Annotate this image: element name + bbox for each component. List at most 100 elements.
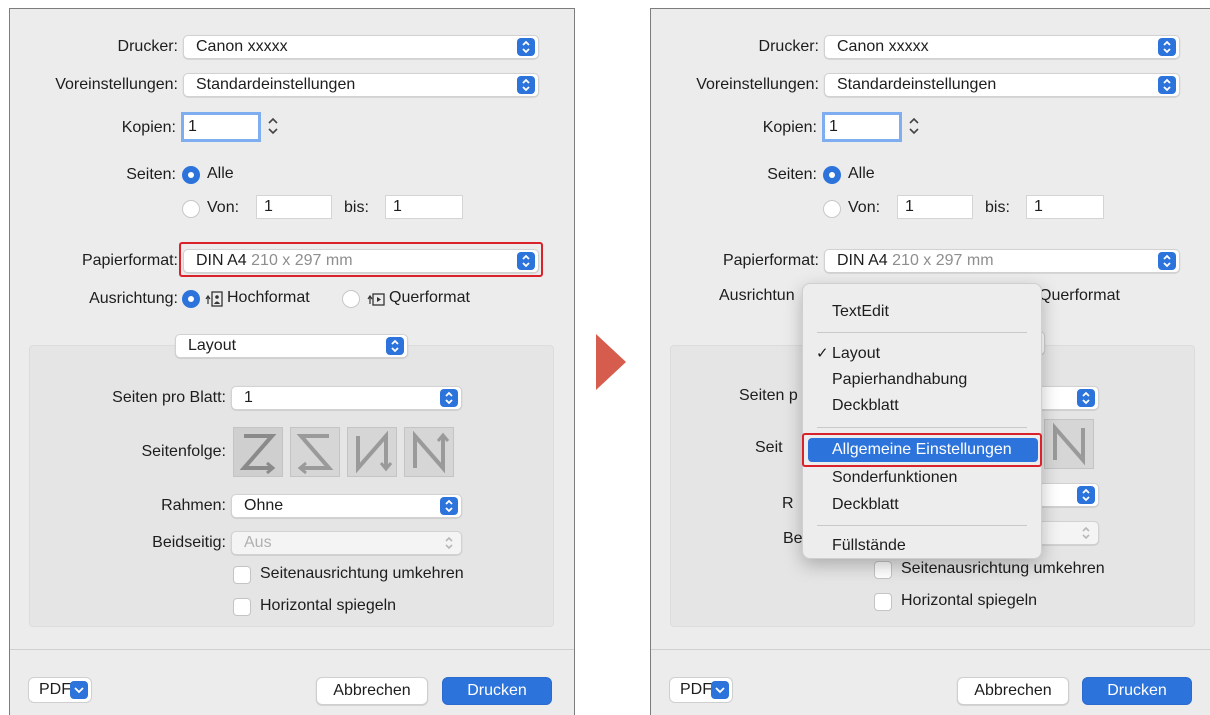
order-n-reverse-tile[interactable] bbox=[404, 427, 454, 477]
section-popup[interactable]: Layout bbox=[175, 334, 408, 358]
reverse-orientation-checkbox[interactable] bbox=[874, 561, 892, 579]
flip-horizontal-checkbox[interactable] bbox=[233, 598, 251, 616]
border-label-partial: R bbox=[782, 495, 794, 512]
twosided-popup[interactable]: Aus bbox=[231, 531, 462, 555]
menu-item-paper-handling[interactable]: Papierhandhabung bbox=[808, 368, 1038, 392]
reverse-orientation-label: Seitenausrichtung umkehren bbox=[260, 565, 464, 582]
border-popup[interactable]: Ohne bbox=[231, 494, 462, 518]
pages-from-label: Von: bbox=[848, 199, 881, 216]
menu-item-layout[interactable]: ✓ Layout bbox=[808, 342, 1038, 366]
menu-item-textedit[interactable]: TextEdit bbox=[808, 300, 1038, 324]
border-value: Ohne bbox=[244, 497, 284, 514]
printer-value: Canon xxxxx bbox=[196, 38, 288, 55]
pages-all-label: Alle bbox=[848, 165, 875, 182]
pages-label: Seiten: bbox=[126, 166, 176, 183]
pages-to-input[interactable]: 1 bbox=[1026, 195, 1104, 219]
twosided-label-partial: Be bbox=[783, 530, 803, 547]
menu-item-special-functions[interactable]: Sonderfunktionen bbox=[808, 466, 1038, 490]
pages-all-label: Alle bbox=[207, 165, 234, 182]
flip-horizontal-label: Horizontal spiegeln bbox=[901, 592, 1038, 609]
chevron-updown-icon bbox=[1158, 76, 1176, 94]
pages-per-sheet-label: Seiten pro Blatt: bbox=[112, 389, 226, 406]
pages-all-radio[interactable] bbox=[823, 166, 841, 184]
printer-label: Drucker: bbox=[117, 38, 178, 55]
pages-to-label: bis: bbox=[985, 199, 1010, 216]
menu-separator bbox=[817, 332, 1027, 333]
paper-label: Papierformat: bbox=[81, 252, 178, 269]
portrait-label: Hochformat bbox=[227, 289, 310, 306]
landscape-icon bbox=[367, 293, 385, 306]
chevron-updown-icon bbox=[1077, 524, 1095, 542]
pdf-button[interactable]: PDF bbox=[28, 677, 92, 703]
chevron-updown-icon bbox=[440, 389, 458, 407]
print-dialog-right: Drucker: Canon xxxxx Voreinstellungen: S… bbox=[650, 8, 1210, 715]
stepper-icon[interactable] bbox=[266, 115, 280, 137]
print-dialog-left: Drucker: Canon xxxxx Voreinstellungen: S… bbox=[9, 8, 575, 715]
chevron-updown-icon bbox=[1077, 389, 1095, 407]
menu-item-cover-page[interactable]: Deckblatt bbox=[808, 394, 1038, 418]
copies-label: Kopien: bbox=[762, 119, 817, 136]
presets-popup[interactable]: Standardeinstellungen bbox=[824, 73, 1180, 97]
menu-item-label: Layout bbox=[832, 345, 881, 362]
presets-label: Voreinstellungen: bbox=[55, 76, 178, 93]
order-s-tile[interactable] bbox=[290, 427, 340, 477]
cancel-button[interactable]: Abbrechen bbox=[316, 677, 428, 705]
chevron-updown-icon bbox=[386, 337, 404, 355]
chevron-updown-icon bbox=[517, 76, 535, 94]
order-n-tile[interactable] bbox=[347, 427, 397, 477]
pages-from-input[interactable]: 1 bbox=[897, 195, 973, 219]
twosided-label: Beidseitig: bbox=[152, 534, 226, 551]
portrait-icon bbox=[205, 291, 223, 307]
print-button[interactable]: Drucken bbox=[1082, 677, 1192, 705]
cancel-button[interactable]: Abbrechen bbox=[957, 677, 1069, 705]
printer-popup[interactable]: Canon xxxxx bbox=[824, 35, 1180, 59]
menu-item-general-settings[interactable]: Allgemeine Einstellungen bbox=[808, 438, 1038, 462]
twosided-value: Aus bbox=[244, 534, 272, 551]
copies-input[interactable]: 1 bbox=[822, 112, 902, 142]
pages-per-sheet-popup[interactable]: 1 bbox=[231, 386, 462, 410]
border-label: Rahmen: bbox=[161, 497, 226, 514]
presets-popup[interactable]: Standardeinstellungen bbox=[183, 73, 539, 97]
landscape-radio[interactable] bbox=[342, 290, 360, 308]
chevron-updown-icon bbox=[1077, 486, 1095, 504]
pages-all-radio[interactable] bbox=[182, 166, 200, 184]
order-n-reverse-icon bbox=[1053, 422, 1085, 466]
pages-to-input[interactable]: 1 bbox=[385, 195, 463, 219]
copies-label: Kopien: bbox=[121, 119, 176, 136]
order-n-reverse-tile[interactable] bbox=[1044, 419, 1094, 469]
print-button[interactable]: Drucken bbox=[442, 677, 552, 705]
pages-range-radio[interactable] bbox=[182, 200, 200, 218]
presets-value: Standardeinstellungen bbox=[837, 76, 997, 93]
paper-popup[interactable]: DIN A4 210 x 297 mm bbox=[824, 249, 1180, 273]
order-n-icon bbox=[356, 430, 393, 474]
section-value: Layout bbox=[188, 337, 237, 354]
menu-item-cover-page-2[interactable]: Deckblatt bbox=[808, 493, 1038, 517]
presets-value: Standardeinstellungen bbox=[196, 76, 356, 93]
page-order-label: Seitenfolge: bbox=[141, 443, 226, 460]
pages-range-radio[interactable] bbox=[823, 200, 841, 218]
stepper-icon[interactable] bbox=[907, 115, 921, 137]
paper-popup[interactable]: DIN A4 210 x 297 mm bbox=[183, 249, 539, 273]
chevron-updown-icon bbox=[1158, 38, 1176, 56]
pages-label: Seiten: bbox=[767, 166, 817, 183]
flip-horizontal-checkbox[interactable] bbox=[874, 593, 892, 611]
pages-per-sheet-label-partial: Seiten p bbox=[739, 387, 798, 404]
pages-from-input[interactable]: 1 bbox=[256, 195, 332, 219]
orientation-label: Ausrichtung: bbox=[89, 290, 178, 307]
chevron-updown-icon bbox=[517, 38, 535, 56]
chevron-updown-icon bbox=[440, 497, 458, 515]
paper-size: 210 x 297 mm bbox=[892, 252, 994, 269]
reverse-orientation-checkbox[interactable] bbox=[233, 566, 251, 584]
menu-item-ink-levels[interactable]: Füllstände bbox=[808, 534, 1038, 558]
paper-size: 210 x 297 mm bbox=[251, 252, 353, 269]
menu-separator bbox=[817, 525, 1027, 526]
portrait-radio[interactable] bbox=[182, 290, 200, 308]
reverse-orientation-label: Seitenausrichtung umkehren bbox=[901, 560, 1105, 577]
order-z-tile[interactable] bbox=[233, 427, 283, 477]
pdf-button[interactable]: PDF bbox=[669, 677, 733, 703]
printer-popup[interactable]: Canon xxxxx bbox=[183, 35, 539, 59]
landscape-label: Querformat bbox=[1039, 287, 1120, 304]
copies-input[interactable]: 1 bbox=[181, 112, 261, 142]
paper-value: DIN A4 bbox=[837, 252, 893, 269]
chevron-down-icon bbox=[70, 681, 88, 699]
